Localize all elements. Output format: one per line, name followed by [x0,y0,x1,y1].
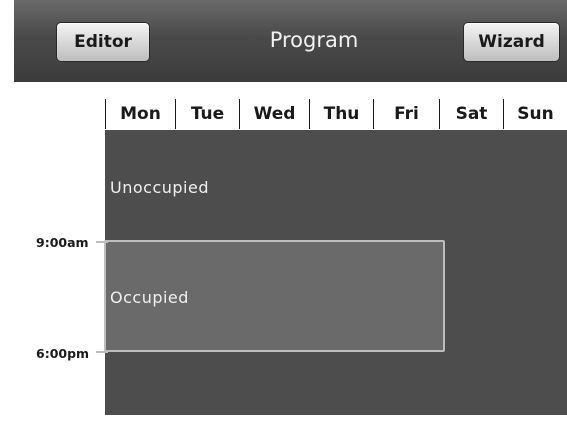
editor-button[interactable]: Editor [56,22,150,62]
day-header-mon[interactable]: Mon [105,99,175,129]
day-header-wed[interactable]: Wed [239,99,309,129]
time-axis [14,130,105,423]
day-header-tue[interactable]: Tue [175,99,239,129]
grid-bottom-edge [105,415,567,423]
wizard-button[interactable]: Wizard [463,22,560,62]
unoccupied-period-label: Unoccupied [110,178,209,197]
end-time-label: 6:00pm [36,346,90,361]
end-time-marker[interactable] [96,351,108,353]
header-bar: Editor Program Wizard [14,0,567,82]
occupied-period-label: Occupied [110,288,189,307]
day-header-thu[interactable]: Thu [309,99,373,129]
start-time-marker[interactable] [96,241,108,243]
day-header-row: Mon Tue Wed Thu Fri Sat Sun [105,98,567,130]
day-header-sun[interactable]: Sun [503,99,567,129]
thermostat-program-screen: Editor Program Wizard Mon Tue Wed Thu Fr… [0,0,567,423]
day-header-fri[interactable]: Fri [373,99,439,129]
page-title: Program [269,28,359,52]
day-header-sat[interactable]: Sat [439,99,503,129]
